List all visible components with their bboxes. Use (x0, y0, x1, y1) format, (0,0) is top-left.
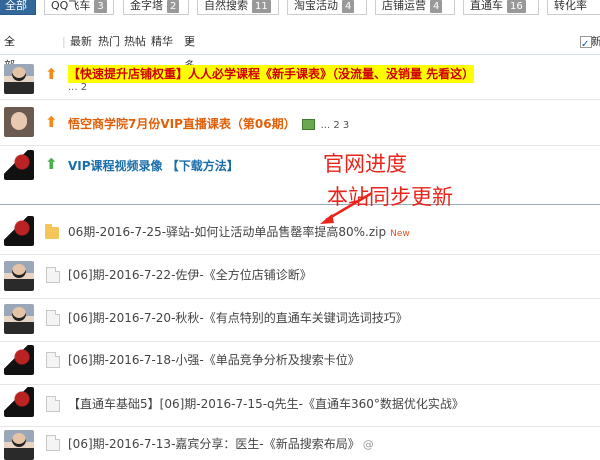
tab-label: 转化率 (554, 0, 587, 12)
thread-title-text: 【快速提升店铺权重】人人必学课程《新手课表》（没流量、没销量 先看这） (68, 65, 475, 83)
thread-row: ⬆ 【快速提升店铺权重】人人必学课程《新手课表》（没流量、没销量 先看这） ..… (0, 60, 600, 100)
tab-taobao-activity[interactable]: 淘宝活动 4 (287, 0, 367, 15)
attachment-icon: @ (362, 438, 374, 451)
tab-label: 自然搜索 (204, 0, 248, 12)
folder-icon (45, 224, 59, 239)
avatar[interactable] (4, 216, 34, 246)
thread-title[interactable]: [06]期-2016-7-22-佐伊-《全方位店铺诊断》 (68, 266, 312, 283)
all-topics-dropdown[interactable]: 全部主题 (4, 30, 15, 120)
category-tabs: 全部 QQ飞车 3 金字塔 2 自然搜索 11 淘宝活动 4 店铺运营 4 直通车 16 转… (0, 0, 600, 20)
avatar[interactable] (4, 64, 34, 94)
avatar[interactable] (4, 261, 34, 291)
section-divider (0, 204, 600, 205)
avatar[interactable] (4, 387, 34, 417)
thread-row: [06]期-2016-7-13-嘉宾分享：医生-《新品搜索布局》 @ (0, 427, 600, 460)
thread-row: ⬆ 悟空商学院7月份VIP直播课表（第06期） ... 2 3 (0, 100, 600, 145)
thread-title[interactable]: 【快速提升店铺权重】人人必学课程《新手课表》（没流量、没销量 先看这） (68, 65, 475, 83)
tab-count: 11 (252, 0, 271, 13)
thread-title-text: [06]期-2016-7-22-佐伊-《全方位店铺诊断》 (68, 268, 312, 282)
more-dropdown[interactable]: 更多 (184, 30, 195, 72)
avatar[interactable] (4, 345, 34, 375)
document-icon (46, 267, 60, 283)
avatar[interactable] (4, 304, 34, 334)
thread-title[interactable]: [06]期-2016-7-20-秋秋-《有点特别的直通车关键词选词技巧》 (68, 309, 408, 326)
document-icon (46, 435, 60, 451)
tab-count: 4 (430, 0, 443, 13)
tab-all[interactable]: 全部 (0, 0, 36, 15)
avatar[interactable] (4, 107, 34, 137)
tab-label: 全部 (5, 0, 27, 12)
thread-title[interactable]: [06]期-2016-7-18-小强-《单品竞争分析及搜索卡位》 (68, 351, 360, 368)
annotation-arrow-icon (320, 191, 373, 224)
tab-through-train[interactable]: 直通车 16 (463, 0, 539, 15)
filter-hot-posts[interactable]: 热帖 (124, 30, 146, 54)
thread-title-text: 悟空商学院7月份VIP直播课表（第06期） (68, 117, 296, 131)
arrow-up-icon: ⬆ (45, 113, 58, 131)
filter-hot[interactable]: 热门 (98, 30, 120, 54)
avatar[interactable] (4, 150, 34, 180)
thread-title-text: [06]期-2016-7-20-秋秋-《有点特别的直通车关键词选词技巧》 (68, 311, 408, 325)
thread-title[interactable]: VIP课程视频录像 【下载方法】 (68, 157, 239, 174)
document-icon (46, 352, 60, 368)
thread-title-text: VIP课程视频录像 【下载方法】 (68, 159, 239, 173)
avatar[interactable] (4, 430, 34, 460)
filter-essence[interactable]: 精华 (151, 30, 173, 54)
tab-count: 2 (167, 0, 180, 13)
annotation-line-1: 官网进度 (323, 152, 407, 176)
tab-label: 店铺运营 (382, 0, 426, 12)
divider: | (62, 35, 66, 48)
tab-qq-feiche[interactable]: QQ飞车 3 (44, 0, 114, 15)
thread-row: [06]期-2016-7-18-小强-《单品竞争分析及搜索卡位》 (0, 342, 600, 387)
document-icon (46, 396, 60, 412)
thread-row: ⬆ VIP课程视频录像 【下载方法】 (0, 146, 600, 186)
thread-title-text: [06]期-2016-7-18-小强-《单品竞争分析及搜索卡位》 (68, 353, 360, 367)
tab-store-operation[interactable]: 店铺运营 4 (375, 0, 455, 15)
tab-count: 3 (94, 0, 107, 13)
thread-title[interactable]: 【直通车基础5】[06]期-2016-7-15-q先生-《直通车360°数据优化… (68, 395, 464, 412)
thread-row: 【直通车基础5】[06]期-2016-7-15-q先生-《直通车360°数据优化… (0, 385, 600, 425)
thread-pages[interactable]: ... 2 3 (321, 120, 350, 131)
thread-pages[interactable]: ... 2 (68, 82, 87, 93)
tab-count: 16 (507, 0, 526, 13)
new-window-label: 新 (591, 35, 600, 48)
tab-label: 淘宝活动 (294, 0, 338, 12)
thread-title-text: 【直通车基础5】[06]期-2016-7-15-q先生-《直通车360°数据优化… (68, 397, 464, 411)
tab-count: 4 (342, 0, 355, 13)
thread-row: [06]期-2016-7-20-秋秋-《有点特别的直通车关键词选词技巧》 (0, 299, 600, 344)
thread-title[interactable]: [06]期-2016-7-13-嘉宾分享：医生-《新品搜索布局》 @ (68, 435, 374, 452)
tab-pyramid[interactable]: 金字塔 2 (123, 0, 189, 15)
tab-label: QQ飞车 (51, 0, 91, 12)
tab-label: 直通车 (470, 0, 503, 12)
arrow-up-icon: ⬆ (45, 155, 58, 173)
tab-natural-search[interactable]: 自然搜索 11 (197, 0, 279, 15)
image-icon (301, 119, 315, 130)
arrow-up-icon: ⬆ (45, 65, 58, 83)
tab-conversion-rate[interactable]: 转化率 (547, 0, 600, 15)
filter-latest[interactable]: 最新 (70, 30, 92, 54)
new-badge: New (390, 229, 410, 239)
thread-row: 06期-2016-7-25-驿站-如何让活动单品售罄率提高80%.zip New (0, 210, 600, 255)
tab-label: 金字塔 (130, 0, 163, 12)
document-icon (46, 310, 60, 326)
filter-bar: 全部主题 | 最新 热门 热帖 精华 更多 新 (0, 30, 600, 120)
thread-row: [06]期-2016-7-22-佐伊-《全方位店铺诊断》 (0, 255, 600, 300)
thread-title[interactable]: 悟空商学院7月份VIP直播课表（第06期） ... 2 3 (68, 115, 349, 132)
thread-title-text: [06]期-2016-7-13-嘉宾分享：医生-《新品搜索布局》 (68, 437, 360, 451)
